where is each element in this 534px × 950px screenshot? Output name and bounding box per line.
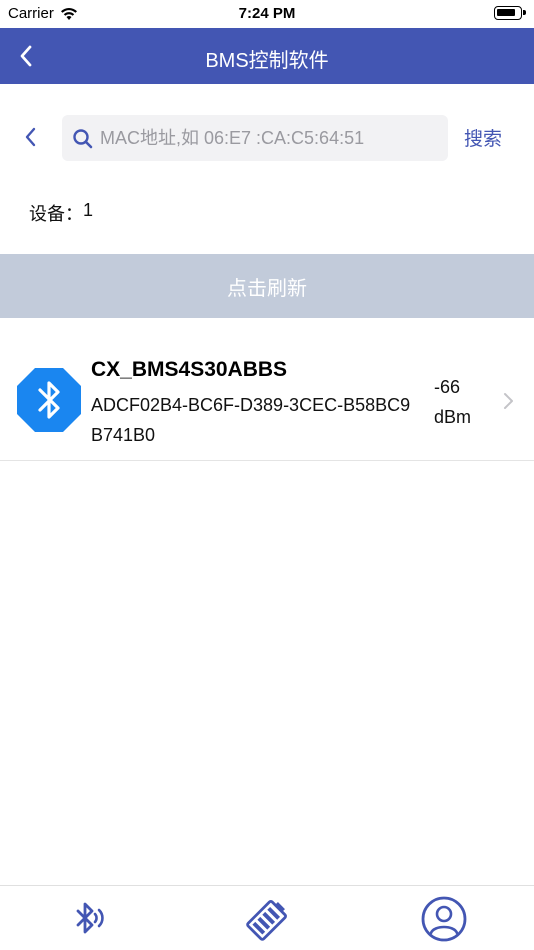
search-field	[62, 115, 448, 161]
device-rssi: -66 dBm	[434, 377, 472, 427]
refresh-button[interactable]: 点击刷新	[0, 254, 534, 318]
clock: 7:24 PM	[238, 5, 296, 22]
device-count-label: 设备：	[29, 204, 83, 224]
chevron-right-icon	[504, 393, 513, 409]
battery-icon	[246, 900, 287, 941]
search-button[interactable]: 搜索	[464, 124, 502, 151]
bluetooth-scan-icon	[76, 902, 104, 934]
device-count: 设备： 1	[29, 200, 93, 226]
user-icon	[421, 896, 467, 942]
device-count-value: 1	[83, 200, 94, 220]
tab-bluetooth[interactable]	[58, 894, 118, 944]
search-icon	[73, 129, 93, 149]
tab-profile[interactable]	[414, 894, 474, 944]
bluetooth-icon	[17, 368, 81, 432]
device-uuid: ADCF02B4-BC6F-D389-3CEC-B58BC9B741B0	[91, 395, 411, 445]
page-title: BMS控制软件	[205, 50, 329, 72]
navigation-bar: BMS控制软件	[0, 28, 534, 84]
search-back-button[interactable]	[14, 121, 46, 153]
tab-bar	[0, 885, 534, 950]
search-input[interactable]	[100, 115, 440, 161]
tab-battery[interactable]	[238, 894, 298, 944]
status-bar: Carrier 7:24 PM	[0, 0, 534, 28]
list-item[interactable]: CX_BMS4S30ABBS ADCF02B4-BC6F-D389-3CEC-B…	[0, 318, 534, 461]
battery-status-icon	[494, 6, 526, 20]
device-name: CX_BMS4S30ABBS	[91, 358, 288, 381]
chevron-left-icon	[25, 127, 36, 147]
search-bar: 搜索	[0, 112, 534, 162]
